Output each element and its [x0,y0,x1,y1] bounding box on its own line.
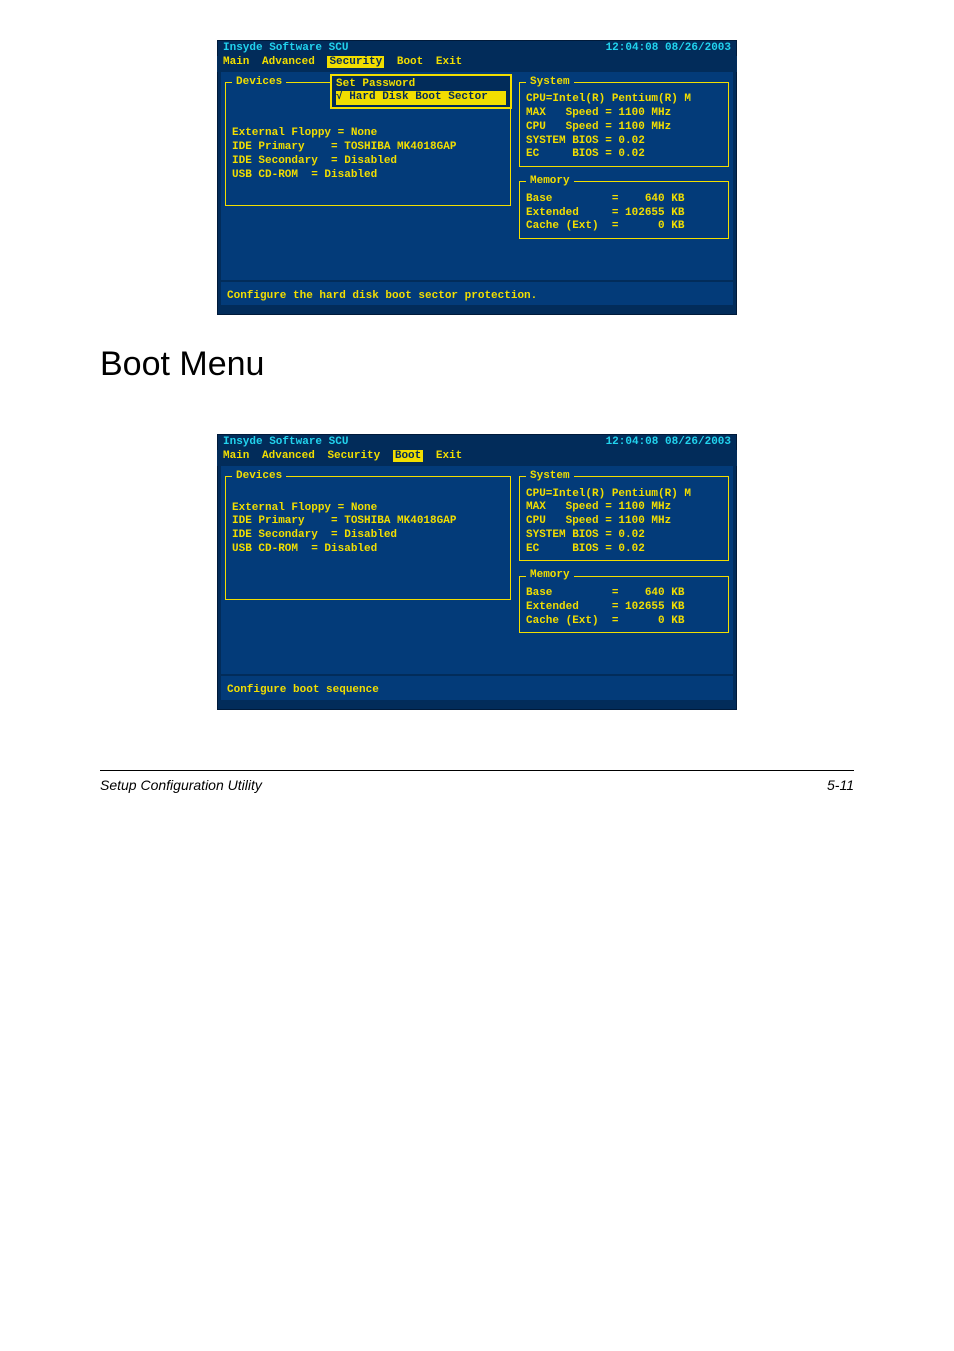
footer-left: Setup Configuration Utility [100,777,262,793]
menu-security[interactable]: Security [327,450,380,462]
bios-datetime: 12:04:08 08/26/2003 [606,42,731,56]
bios-left-column: Devices External Floppy = None IDE Prima… [225,470,511,670]
menu-boot[interactable]: Boot [397,56,423,68]
bios-help-line: Configure boot sequence [221,674,733,700]
page-footer: Setup Configuration Utility 5-11 [100,770,854,793]
bios-datetime: 12:04:08 08/26/2003 [606,436,731,450]
menu-main[interactable]: Main [223,450,249,462]
memory-info: Base = 640 KB Extended = 102655 KB Cache… [526,193,722,234]
devices-panel: Devices External Floppy = None IDE Prima… [225,470,511,600]
menu-exit[interactable]: Exit [436,450,462,462]
system-panel: System CPU=Intel(R) Pentium(R) M MAX Spe… [519,76,729,168]
bios-product-name: Insyde Software SCU [223,436,348,450]
bios-screenshot-security: Insyde Software SCU 12:04:08 08/26/2003 … [217,40,737,315]
bios-screenshot-boot: Insyde Software SCU 12:04:08 08/26/2003 … [217,434,737,709]
menu-exit[interactable]: Exit [436,56,462,68]
bios-title-bar: Insyde Software SCU 12:04:08 08/26/2003 [217,40,737,56]
memory-legend: Memory [526,569,574,583]
menu-advanced[interactable]: Advanced [262,450,315,462]
system-legend: System [526,470,574,484]
menu-advanced[interactable]: Advanced [262,56,315,68]
dropdown-hd-boot-sector[interactable]: √ Hard Disk Boot Sector [336,91,506,105]
bios-body: Devices External Floppy = None IDE Prima… [221,466,733,674]
devices-legend: Devices [232,76,286,90]
bios-menu-bar: Main Advanced Security Boot Exit [217,450,737,466]
dropdown-set-password[interactable]: Set Password [336,78,415,90]
menu-main[interactable]: Main [223,56,249,68]
devices-list: External Floppy = None IDE Primary = TOS… [232,127,504,182]
section-heading: Boot Menu [100,345,854,384]
devices-panel: Devices Set Password √ Hard Disk Boot Se… [225,76,511,206]
devices-list: External Floppy = None IDE Primary = TOS… [232,502,504,557]
memory-info: Base = 640 KB Extended = 102655 KB Cache… [526,587,722,628]
bios-product-name: Insyde Software SCU [223,42,348,56]
footer-page-number: 5-11 [827,777,854,793]
document-page: Insyde Software SCU 12:04:08 08/26/2003 … [0,0,954,1351]
system-panel: System CPU=Intel(R) Pentium(R) M MAX Spe… [519,470,729,562]
bios-title-bar: Insyde Software SCU 12:04:08 08/26/2003 [217,434,737,450]
system-legend: System [526,76,574,90]
bios-help-line: Configure the hard disk boot sector prot… [221,280,733,306]
system-info: CPU=Intel(R) Pentium(R) M MAX Speed = 11… [526,488,722,557]
devices-legend: Devices [232,470,286,484]
menu-security-selected[interactable]: Security [327,56,384,68]
bios-right-column: System CPU=Intel(R) Pentium(R) M MAX Spe… [519,470,729,670]
menu-boot-selected[interactable]: Boot [393,450,423,462]
bios-right-column: System CPU=Intel(R) Pentium(R) M MAX Spe… [519,76,729,276]
security-dropdown: Set Password √ Hard Disk Boot Sector [330,74,512,110]
bios-body: Devices Set Password √ Hard Disk Boot Se… [221,72,733,280]
bios-left-column: Devices Set Password √ Hard Disk Boot Se… [225,76,511,276]
memory-legend: Memory [526,175,574,189]
bios-menu-bar: Main Advanced Security Boot Exit [217,56,737,72]
memory-panel: Memory Base = 640 KB Extended = 102655 K… [519,175,729,239]
system-info: CPU=Intel(R) Pentium(R) M MAX Speed = 11… [526,93,722,162]
memory-panel: Memory Base = 640 KB Extended = 102655 K… [519,569,729,633]
